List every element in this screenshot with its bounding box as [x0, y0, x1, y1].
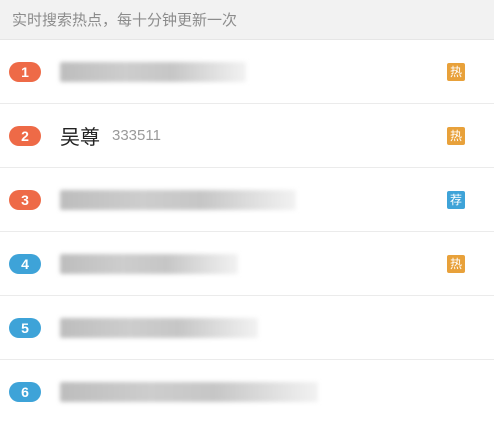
blurred-title	[60, 253, 238, 274]
item-content[interactable]: 吴尊 333511	[60, 121, 494, 150]
rank-badge: 6	[9, 382, 41, 402]
blurred-title	[60, 61, 246, 82]
item-content[interactable]	[60, 253, 494, 274]
hot-badge: 热	[447, 254, 465, 273]
blurred-title	[60, 189, 296, 210]
blurred-title	[60, 317, 258, 338]
hot-search-list: 1 热 2 吴尊 333511 热 3 荐 4 热 5 6	[0, 40, 494, 424]
item-content[interactable]	[60, 61, 494, 82]
list-item[interactable]: 1 热	[0, 40, 494, 104]
rank-badge: 2	[9, 125, 41, 146]
rank-badge: 5	[9, 317, 41, 338]
item-count: 333511	[112, 127, 161, 144]
rank-badge: 4	[9, 253, 41, 274]
recommend-badge: 荐	[447, 190, 465, 209]
header-text: 实时搜索热点，每十分钟更新一次	[12, 12, 238, 29]
item-content[interactable]	[60, 382, 494, 402]
list-item[interactable]: 5	[0, 296, 494, 360]
rank-badge: 3	[9, 189, 41, 210]
item-content[interactable]	[60, 189, 494, 210]
blurred-title	[60, 382, 318, 402]
item-content[interactable]	[60, 317, 494, 338]
item-title: 吴尊	[60, 127, 100, 149]
list-item[interactable]: 2 吴尊 333511 热	[0, 104, 494, 168]
header-notice: 实时搜索热点，每十分钟更新一次	[0, 0, 494, 40]
list-item[interactable]: 4 热	[0, 232, 494, 296]
list-item[interactable]: 3 荐	[0, 168, 494, 232]
hot-badge: 热	[447, 62, 465, 81]
hot-badge: 热	[447, 126, 465, 145]
rank-badge: 1	[9, 61, 41, 82]
list-item[interactable]: 6	[0, 360, 494, 424]
